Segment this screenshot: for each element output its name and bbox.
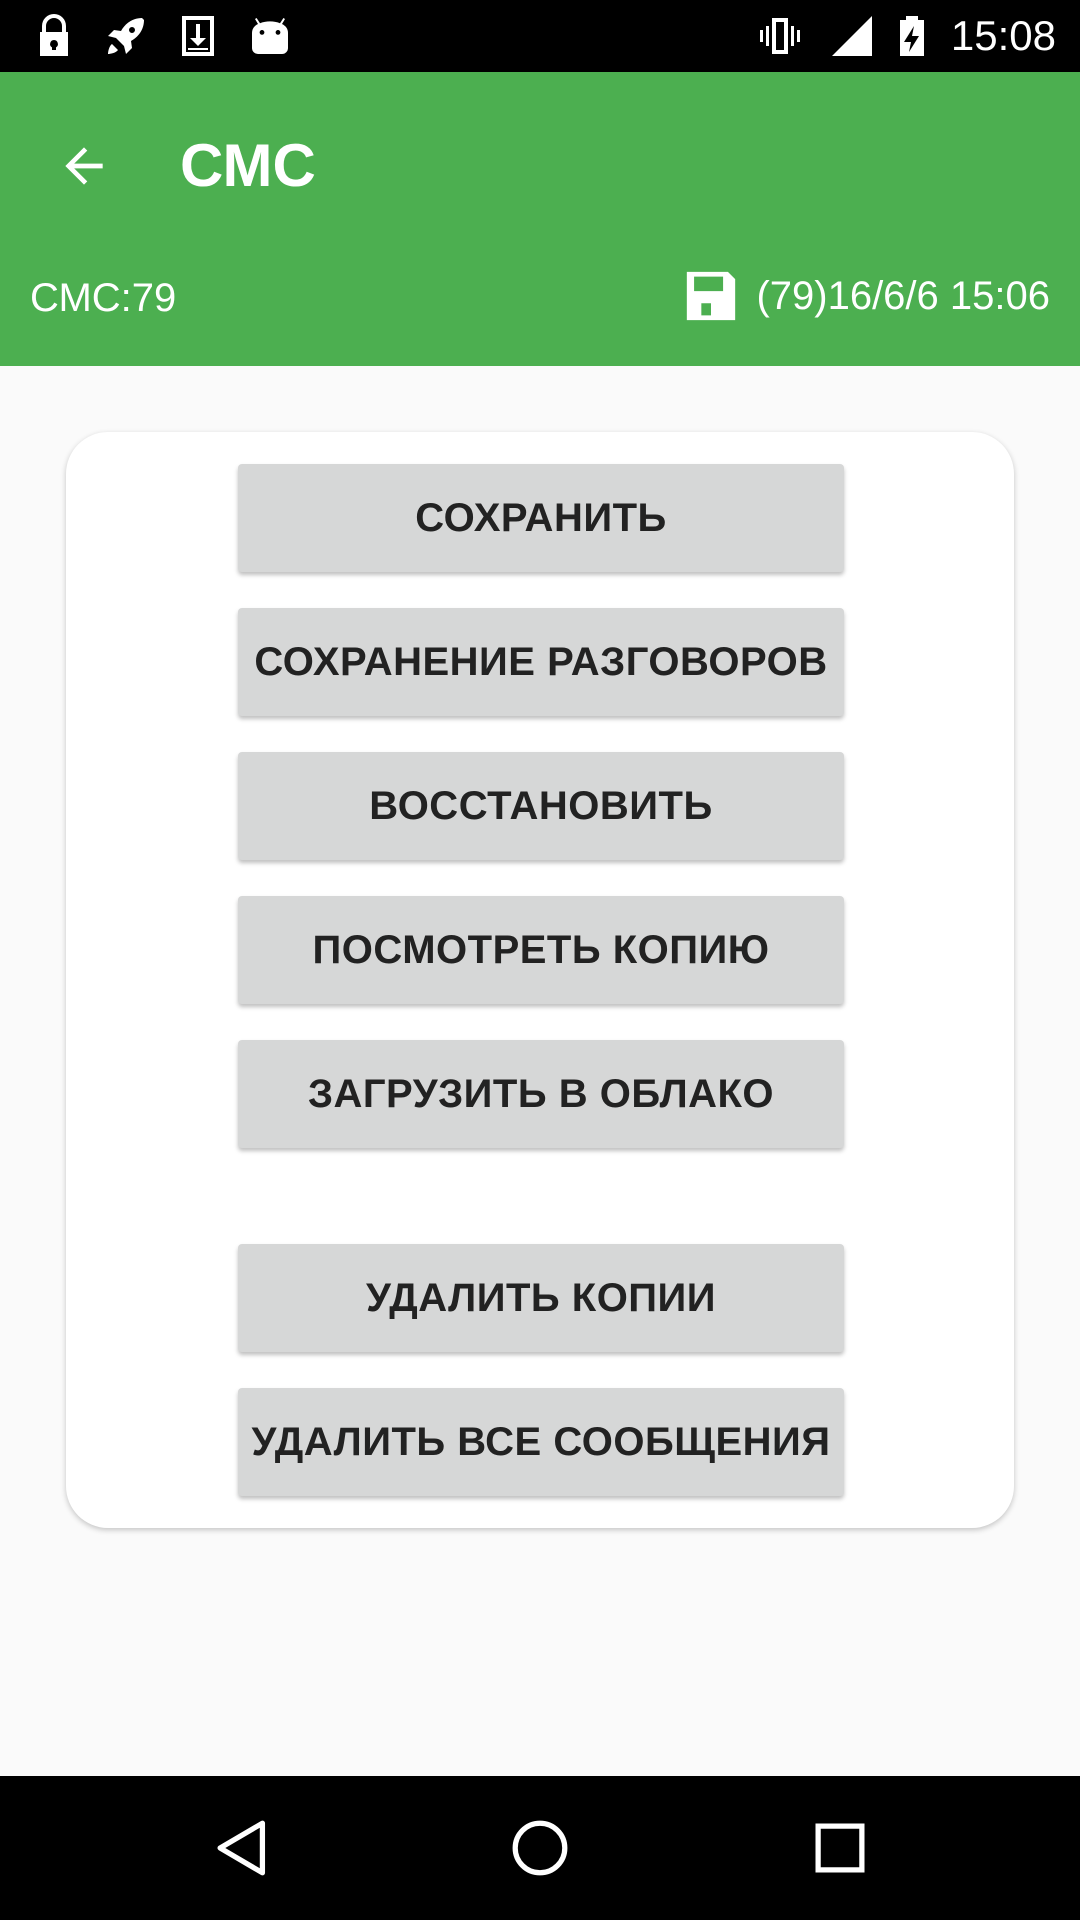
floppy-disk-icon [682, 267, 740, 325]
android-icon [246, 12, 294, 60]
page-title: СМС [180, 132, 316, 199]
nav-back-button[interactable] [196, 1802, 288, 1894]
download-icon [174, 12, 222, 60]
navigation-bar [0, 1776, 1080, 1920]
back-triangle-icon [217, 1820, 266, 1876]
battery-charging-icon [888, 12, 936, 60]
delete-all-messages-button[interactable]: УДАЛИТЬ ВСЕ СООБЩЕНИЯ [238, 1388, 844, 1496]
status-bar: 15:08 [0, 0, 1080, 72]
restore-button[interactable]: ВОССТАНОВИТЬ [238, 752, 844, 860]
nav-home-button[interactable] [494, 1802, 586, 1894]
recents-square-icon [815, 1823, 865, 1873]
save-button[interactable]: СОХРАНИТЬ [238, 464, 844, 572]
backup-date: (79)16/6/6 15:06 [756, 274, 1050, 318]
rocket-icon [102, 12, 150, 60]
delete-copies-button[interactable]: УДАЛИТЬ КОПИИ [238, 1244, 844, 1352]
upload-cloud-button[interactable]: ЗАГРУЗИТЬ В ОБЛАКО [238, 1040, 844, 1148]
app-bar: СМС СМС:79 (79)16/6/6 15:06 [0, 72, 1080, 366]
nav-recents-button[interactable] [794, 1802, 886, 1894]
actions-card: СОХРАНИТЬ СОХРАНЕНИЕ РАЗГОВОРОВ ВОССТАНО… [66, 432, 1014, 1528]
home-circle-icon [512, 1820, 568, 1876]
vibrate-icon [756, 12, 804, 60]
back-button[interactable] [40, 122, 128, 210]
save-calls-button[interactable]: СОХРАНЕНИЕ РАЗГОВОРОВ [238, 608, 844, 716]
lock-icon [30, 12, 78, 60]
arrow-back-icon [65, 147, 103, 185]
signal-icon [828, 12, 876, 60]
sms-count: СМС:79 [30, 276, 177, 320]
view-copy-button[interactable]: ПОСМОТРЕТЬ КОПИЮ [238, 896, 844, 1004]
backup-info: (79)16/6/6 15:06 [682, 264, 1050, 328]
status-time: 15:08 [950, 12, 1056, 59]
